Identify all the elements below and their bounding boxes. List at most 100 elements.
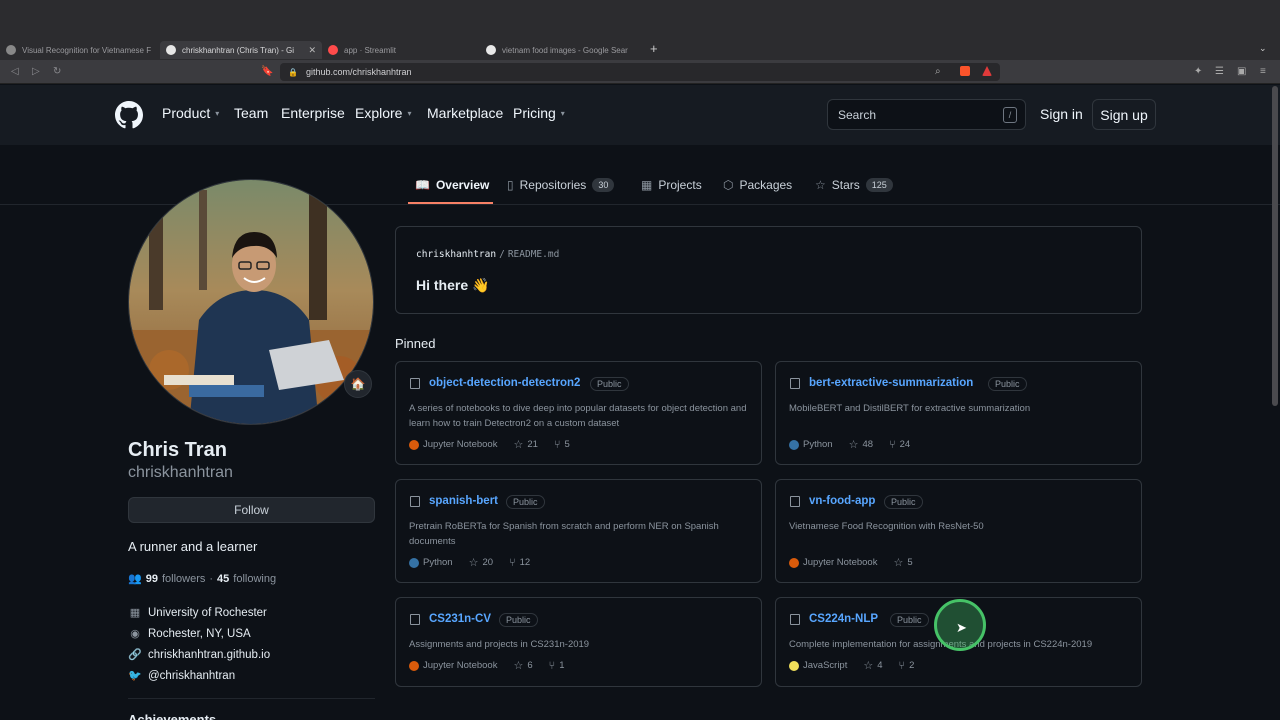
profile-readme: chriskhanhtran / README.md Hi there 👋 — [395, 226, 1142, 314]
streamlit-favicon-icon — [6, 45, 16, 55]
repo-name-link[interactable]: bert-extractive-summarization — [809, 377, 973, 389]
readme-owner[interactable]: chriskhanhtran — [416, 249, 496, 260]
repo-description: Vietnamese Food Recognition with ResNet-… — [789, 521, 984, 532]
nav-enterprise[interactable]: Enterprise — [281, 105, 345, 121]
forks-link[interactable]: ⑂ 1 — [549, 660, 565, 672]
back-icon[interactable]: ◁ — [11, 66, 19, 77]
repo-name-link[interactable]: spanish-bert — [429, 495, 498, 507]
reload-icon[interactable]: ↻ — [53, 66, 61, 77]
star-icon: ☆ — [468, 557, 479, 569]
browser-tab-title: app · Streamlit — [344, 45, 397, 55]
repo-meta: Jupyter Notebook ☆ 5 — [789, 556, 913, 569]
browser-tab-active[interactable]: chriskhanhtran (Chris Tran) - Gi ✕ — [160, 41, 322, 59]
avatar[interactable] — [128, 179, 374, 425]
forks-link[interactable]: ⑂ 2 — [899, 660, 915, 672]
repo-meta: Python ☆ 48 ⑂ 24 — [789, 438, 910, 451]
profile-bio: A runner and a learner — [128, 539, 258, 554]
browser-menu-icon[interactable]: ≡ — [1260, 66, 1266, 77]
vcard-website[interactable]: 🔗 chriskhanhtran.github.io — [128, 648, 270, 662]
sign-in-link[interactable]: Sign in — [1040, 106, 1083, 122]
forks-link[interactable]: ⑂ 12 — [509, 557, 530, 569]
forks-count: 2 — [909, 660, 915, 671]
browser-tab[interactable]: app · Streamlit — [322, 41, 480, 59]
stars-count: 48 — [862, 439, 874, 450]
new-tab-icon[interactable]: + — [650, 42, 658, 56]
tab-projects[interactable]: ▦ Projects — [641, 176, 702, 194]
follow-button[interactable]: Follow — [128, 497, 375, 523]
search-input[interactable]: Search / — [827, 99, 1026, 130]
vcard-twitter[interactable]: 🐦 @chriskhanhtran — [128, 669, 235, 683]
tab-stars[interactable]: ☆ Stars 125 — [815, 176, 893, 194]
nav-explore[interactable]: Explore ▾ — [355, 105, 411, 121]
twitter-link[interactable]: @chriskhanhtran — [148, 670, 235, 682]
page-scrollbar[interactable] — [1272, 86, 1278, 406]
stars-link[interactable]: ☆ 21 — [513, 438, 537, 451]
star-icon: ☆ — [893, 557, 904, 569]
followers-label[interactable]: followers — [162, 573, 205, 585]
forks-link[interactable]: ⑂ 5 — [554, 439, 570, 451]
followers-count[interactable]: 99 — [146, 573, 158, 585]
tab-label: Overview — [435, 178, 490, 192]
organization-icon: ▦ — [129, 607, 141, 619]
nav-label: Marketplace — [427, 105, 504, 121]
stars-link[interactable]: ☆ 20 — [469, 556, 493, 569]
website-link[interactable]: chriskhanhtran.github.io — [148, 649, 270, 661]
reading-list-icon[interactable]: ☰ — [1215, 66, 1224, 77]
brave-shields-icon[interactable] — [960, 66, 970, 76]
visibility-badge: Public — [988, 377, 1027, 391]
extensions-icon[interactable]: ✦ — [1194, 66, 1202, 77]
repo-language: Jupyter Notebook — [423, 660, 498, 671]
address-bar[interactable]: 🔒 github.com/chriskhanhtran — [280, 63, 1000, 81]
pinned-card: vn-food-app Public Vietnamese Food Recog… — [775, 479, 1142, 583]
repo-name-link[interactable]: CS224n-NLP — [809, 613, 878, 625]
bookmark-icon[interactable]: 🔖 — [261, 66, 273, 77]
readme-path: chriskhanhtran / README.md — [416, 249, 559, 260]
nav-product[interactable]: Product ▾ — [162, 105, 219, 121]
repo-name-link[interactable]: vn-food-app — [809, 495, 875, 507]
repo-name-link[interactable]: object-detection-detectron2 — [429, 377, 580, 389]
forward-icon[interactable]: ▷ — [32, 66, 40, 77]
nav-team[interactable]: Team — [234, 105, 268, 121]
fork-icon: ⑂ — [548, 659, 556, 672]
stars-link[interactable]: ☆ 4 — [863, 659, 882, 672]
nav-marketplace[interactable]: Marketplace — [427, 105, 503, 121]
repositories-count: 30 — [592, 178, 615, 192]
sign-up-button[interactable]: Sign up — [1092, 99, 1156, 130]
repo-name-link[interactable]: CS231n-CV — [429, 613, 491, 625]
pinned-card: object-detection-detectron2 Public A ser… — [395, 361, 762, 465]
pinned-card: spanish-bert Public Pretrain RoBERTa for… — [395, 479, 762, 583]
close-tab-icon[interactable]: ✕ — [308, 45, 316, 56]
github-logo-icon[interactable] — [115, 101, 143, 129]
stars-link[interactable]: ☆ 48 — [849, 438, 873, 451]
pinned-card: CS231n-CV Public Assignments and project… — [395, 597, 762, 687]
vcard-location: ◉ Rochester, NY, USA — [128, 627, 251, 641]
readme-file[interactable]: README.md — [508, 249, 559, 260]
stars-count: 6 — [527, 660, 533, 671]
tab-list-chevron-icon[interactable]: ⌄ — [1259, 43, 1267, 54]
zoom-icon[interactable]: ⌕ — [935, 66, 941, 77]
browser-tab[interactable]: vietnam food images - Google Sear — [480, 41, 638, 59]
tab-repositories[interactable]: ▯ Repositories 30 — [507, 176, 615, 194]
star-icon: ☆ — [815, 178, 826, 192]
language-color-dot — [409, 557, 419, 568]
status-emoji-icon[interactable]: 🏠 — [344, 370, 372, 398]
visibility-badge: Public — [890, 613, 929, 627]
repo-icon — [410, 378, 420, 389]
following-count[interactable]: 45 — [217, 573, 229, 585]
stars-link[interactable]: ☆ 5 — [893, 556, 912, 569]
tab-overview[interactable]: 📖 Overview — [415, 176, 489, 194]
visibility-badge: Public — [499, 613, 538, 627]
nav-pricing[interactable]: Pricing ▾ — [513, 105, 565, 121]
repo-language: Jupyter Notebook — [423, 439, 498, 450]
stars-count: 20 — [482, 557, 494, 568]
forks-link[interactable]: ⑂ 24 — [889, 439, 910, 451]
stars-link[interactable]: ☆ 6 — [513, 659, 532, 672]
wallet-icon[interactable]: ▣ — [1237, 66, 1246, 77]
repo-description: Pretrain RoBERTa for Spanish from scratc… — [409, 521, 719, 547]
browser-tabbar: Visual Recognition for Vietnamese F chri… — [0, 40, 1280, 60]
following-label[interactable]: following — [233, 573, 276, 585]
tab-packages[interactable]: ⬡ Packages — [723, 176, 792, 194]
browser-tab[interactable]: Visual Recognition for Vietnamese F — [0, 41, 158, 59]
visibility-badge: Public — [590, 377, 629, 391]
nav-label: Pricing — [513, 105, 556, 121]
